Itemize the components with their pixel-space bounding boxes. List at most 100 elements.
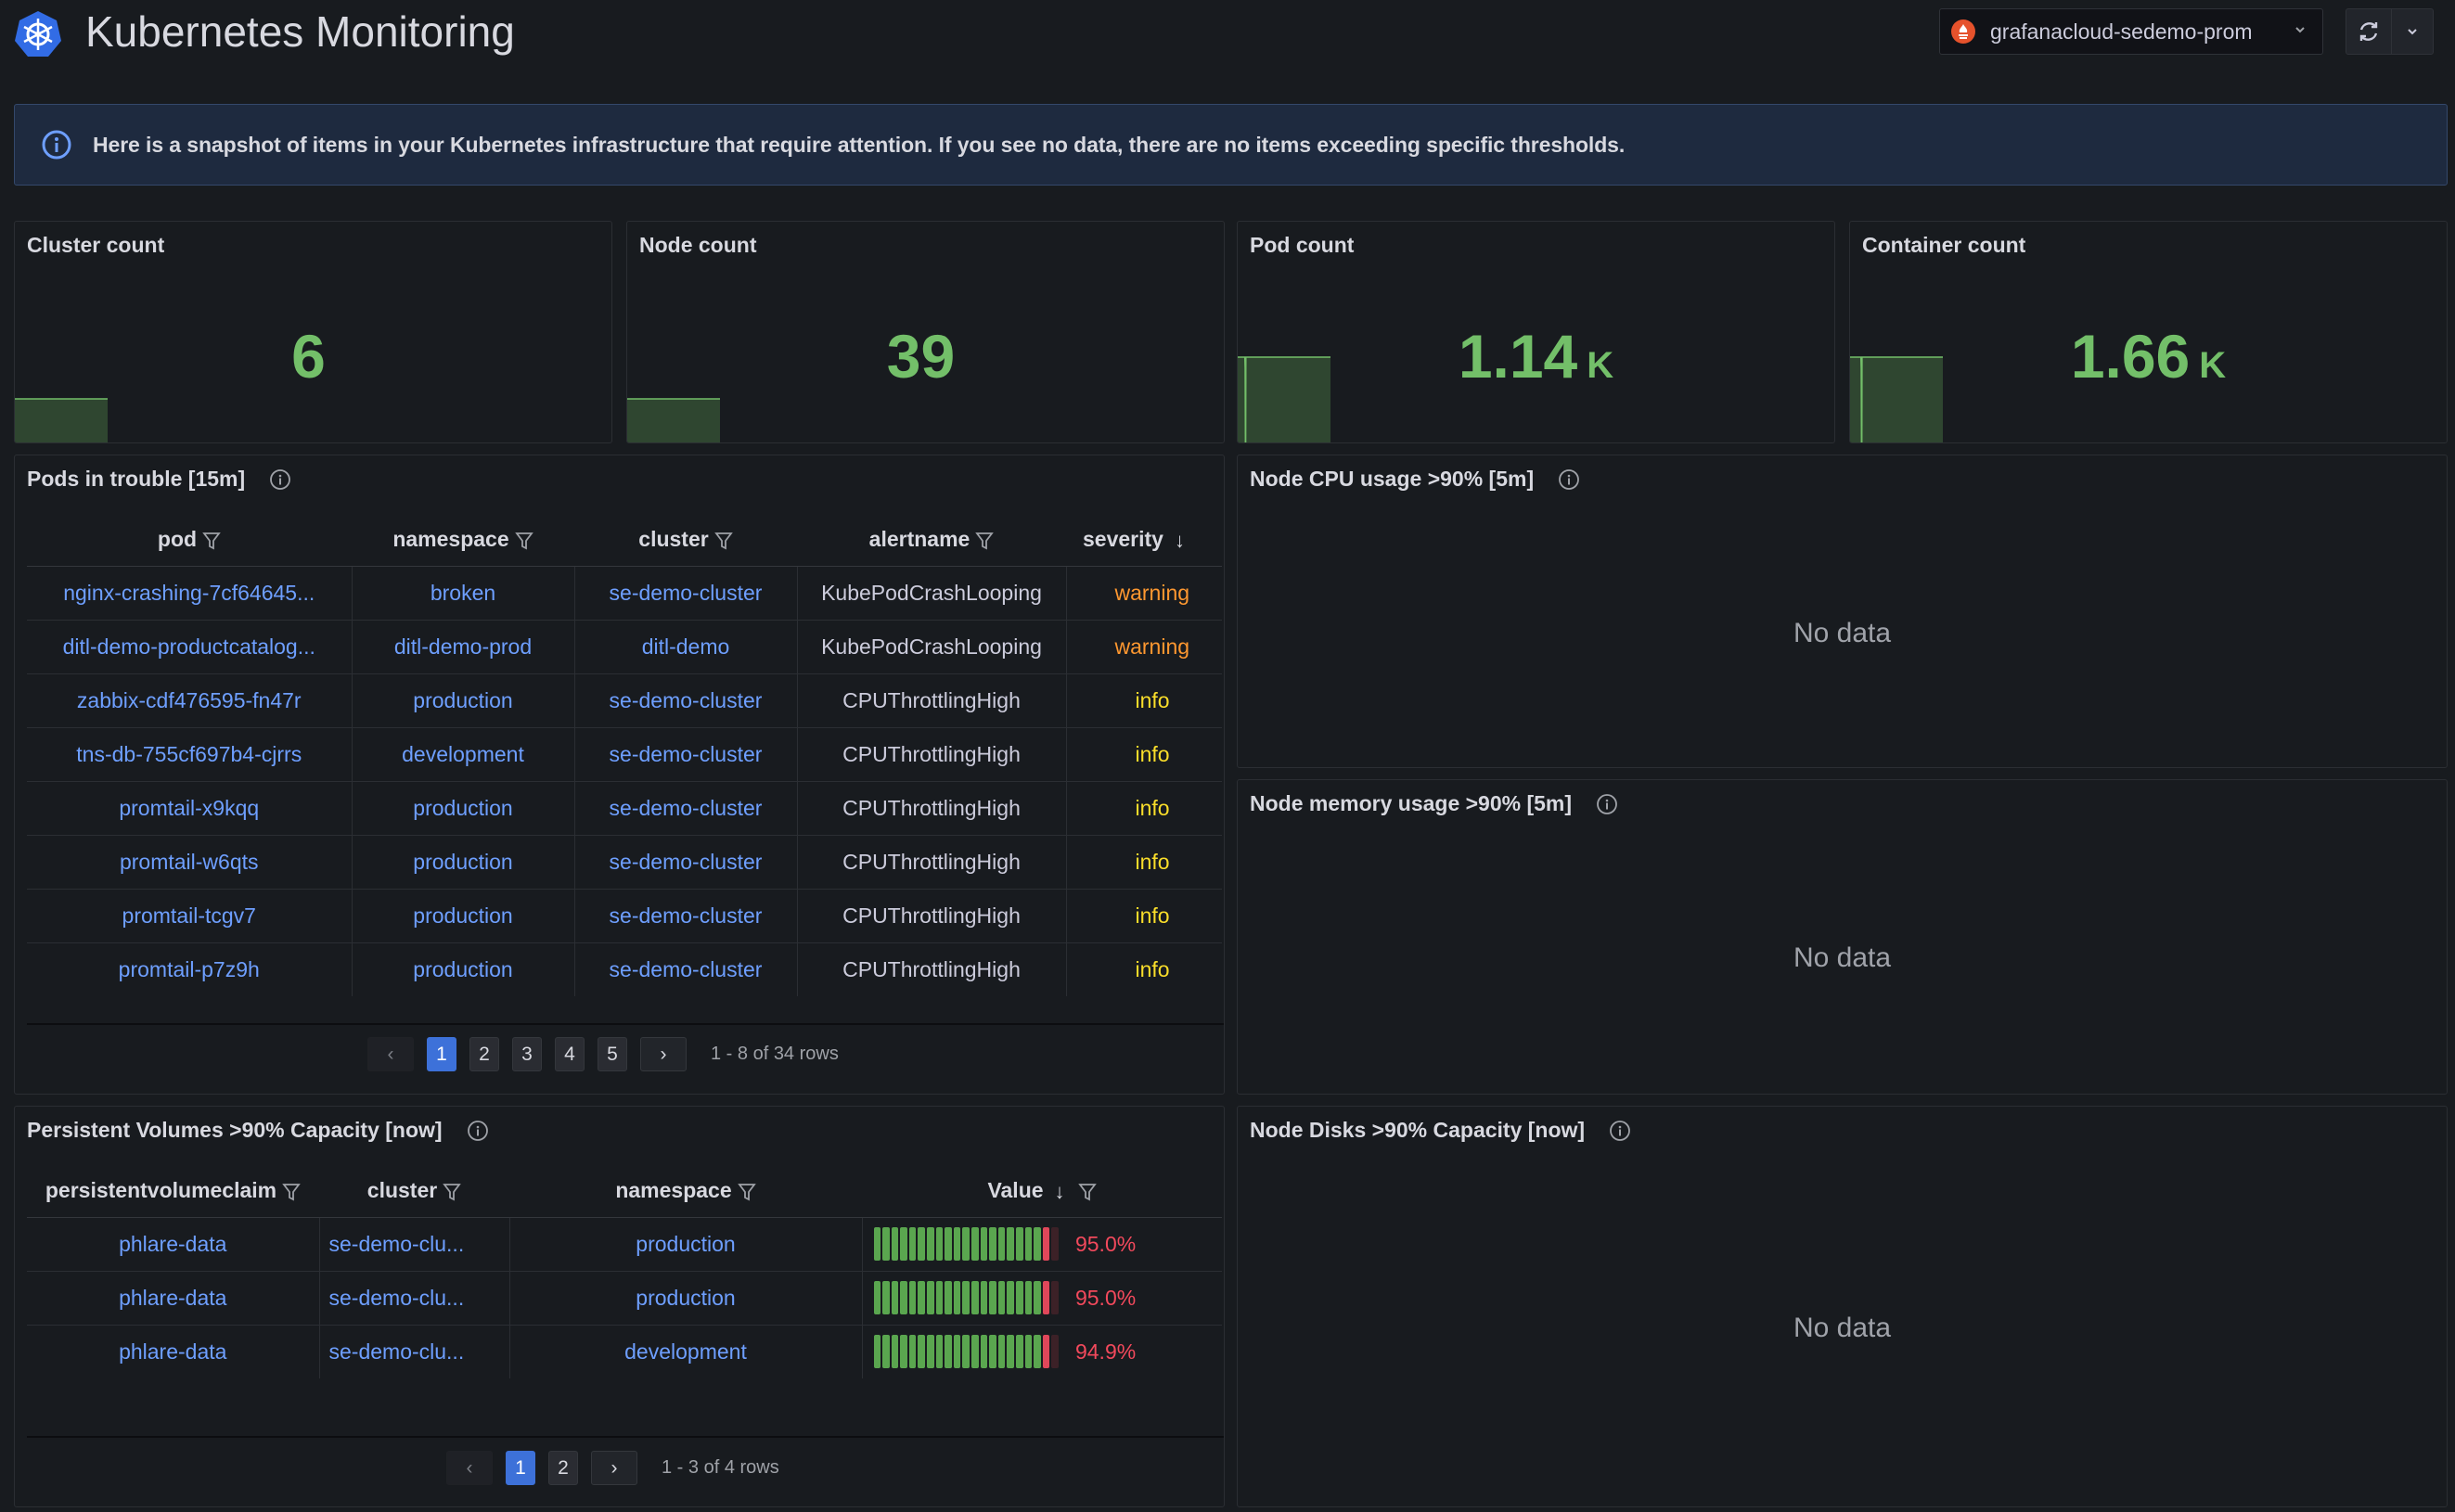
stat-panel-pod-count[interactable]: Pod count 1.14 K	[1237, 221, 1835, 443]
next-page-button[interactable]: ›	[591, 1451, 637, 1485]
refresh-button[interactable]	[2346, 8, 2392, 55]
page-button-1[interactable]: 1	[506, 1451, 535, 1485]
column-header-cluster[interactable]: cluster	[574, 514, 797, 567]
pod-link[interactable]: nginx-crashing-7cf64645...	[27, 566, 353, 621]
page-button-5[interactable]: 5	[598, 1037, 627, 1071]
gauge-segment	[873, 1281, 881, 1314]
previous-page-button[interactable]: ‹	[446, 1451, 493, 1485]
pvc-link[interactable]: phlare-data	[27, 1325, 320, 1378]
cluster-link[interactable]: se-demo-cluster	[574, 942, 798, 996]
namespace-link[interactable]: production	[352, 942, 575, 996]
info-icon[interactable]	[1609, 1120, 1631, 1142]
previous-page-button[interactable]: ‹	[367, 1037, 414, 1071]
cluster-link[interactable]: se-demo-cluster	[574, 673, 798, 728]
gauge-segment	[935, 1335, 944, 1369]
info-icon[interactable]	[1596, 793, 1618, 815]
gauge-segment	[918, 1335, 926, 1369]
filter-icon[interactable]	[443, 1182, 462, 1202]
page-button-1[interactable]: 1	[427, 1037, 456, 1071]
page-button-4[interactable]: 4	[555, 1037, 585, 1071]
severity-cell: info	[1066, 781, 1222, 836]
column-header-cluster[interactable]: cluster	[319, 1165, 509, 1218]
pod-link[interactable]: zabbix-cdf476595-fn47r	[27, 673, 353, 728]
panel-title: Node count	[639, 233, 757, 257]
alertname-cell: CPUThrottlingHigh	[797, 942, 1067, 996]
filter-icon[interactable]	[1077, 1182, 1097, 1202]
namespace-link[interactable]: production	[509, 1217, 863, 1272]
bar-gauge	[873, 1335, 1059, 1369]
namespace-link[interactable]: production	[352, 673, 575, 728]
panel-title: Node Disks >90% Capacity [now]	[1250, 1118, 1586, 1142]
pvc-link[interactable]: phlare-data	[27, 1271, 320, 1326]
table-header-row: persistentvolumeclaim cluster namespace …	[27, 1165, 1222, 1218]
pod-link[interactable]: promtail-tcgv7	[27, 889, 353, 943]
column-header-value[interactable]: Value ↓	[862, 1165, 1222, 1218]
gauge-segment	[900, 1227, 907, 1261]
page-button-2[interactable]: 2	[548, 1451, 578, 1485]
bar-gauge	[873, 1227, 1059, 1261]
cluster-link[interactable]: se-demo-cluster	[574, 566, 798, 621]
namespace-link[interactable]: production	[352, 889, 575, 943]
info-icon[interactable]	[1558, 468, 1580, 491]
filter-icon[interactable]	[975, 531, 995, 551]
alertname-cell: KubePodCrashLooping	[797, 566, 1067, 621]
stat-panel-container-count[interactable]: Container count 1.66 K	[1849, 221, 2448, 443]
filter-icon[interactable]	[514, 531, 533, 551]
stat-panel-node-count[interactable]: Node count 39	[626, 221, 1225, 443]
pod-link[interactable]: promtail-x9kqq	[27, 781, 353, 836]
info-icon[interactable]	[269, 468, 291, 491]
stat-panel-cluster-count[interactable]: Cluster count 6	[14, 221, 612, 443]
filter-icon[interactable]	[202, 531, 221, 551]
severity-cell: info	[1066, 727, 1222, 782]
next-page-button[interactable]: ›	[640, 1037, 687, 1071]
gauge-segment	[927, 1227, 934, 1261]
namespace-link[interactable]: production	[509, 1271, 863, 1326]
datasource-picker[interactable]: grafanacloud-sedemo-prom	[1939, 8, 2323, 55]
filter-icon[interactable]	[282, 1182, 301, 1202]
pod-link[interactable]: promtail-p7z9h	[27, 942, 353, 996]
info-icon[interactable]	[467, 1120, 489, 1142]
column-label: persistentvolumeclaim	[45, 1178, 277, 1203]
panel-title: Pods in trouble [15m]	[27, 467, 246, 491]
gauge-segment	[935, 1227, 944, 1261]
cluster-link[interactable]: se-demo-cluster	[574, 727, 798, 782]
refresh-interval-dropdown[interactable]	[2391, 8, 2434, 55]
column-header-namespace[interactable]: namespace	[352, 514, 574, 567]
pvc-link[interactable]: phlare-data	[27, 1217, 320, 1272]
namespace-link[interactable]: production	[352, 781, 575, 836]
pod-link[interactable]: ditl-demo-productcatalog...	[27, 620, 353, 674]
panel-title: Pod count	[1250, 233, 1355, 257]
namespace-link[interactable]: ditl-demo-prod	[352, 620, 575, 674]
pod-link[interactable]: tns-db-755cf697b4-cjrrs	[27, 727, 353, 782]
sort-descending-icon: ↓	[1174, 528, 1185, 552]
filter-icon[interactable]	[737, 1182, 756, 1202]
cluster-link[interactable]: se-demo-cluster	[574, 889, 798, 943]
cluster-link[interactable]: ditl-demo	[574, 620, 798, 674]
column-header-namespace[interactable]: namespace	[509, 1165, 862, 1218]
namespace-link[interactable]: development	[352, 727, 575, 782]
value-cell: 94.9%	[862, 1325, 1222, 1378]
column-header-severity[interactable]: severity ↓	[1066, 514, 1222, 567]
page-button-2[interactable]: 2	[469, 1037, 499, 1071]
column-header-pvc[interactable]: persistentvolumeclaim	[27, 1165, 319, 1218]
namespace-link[interactable]: production	[352, 835, 575, 890]
namespace-link[interactable]: broken	[352, 566, 575, 621]
pod-link[interactable]: promtail-w6qts	[27, 835, 353, 890]
cluster-link[interactable]: se-demo-cluster	[574, 781, 798, 836]
no-data-message: No data	[1793, 618, 1892, 648]
panel-header: Node CPU usage >90% [5m]	[1250, 467, 1580, 492]
cluster-link[interactable]: se-demo-cluster	[574, 835, 798, 890]
cluster-link[interactable]: se-demo-clu...	[319, 1271, 510, 1326]
namespace-link[interactable]: development	[509, 1325, 863, 1378]
filter-icon[interactable]	[713, 531, 733, 551]
gauge-segment	[980, 1227, 988, 1261]
column-header-alertname[interactable]: alertname	[797, 514, 1066, 567]
cluster-link[interactable]: se-demo-clu...	[319, 1217, 510, 1272]
gauge-segment	[908, 1281, 917, 1314]
cluster-link[interactable]: se-demo-clu...	[319, 1325, 510, 1378]
gauge-segment	[1024, 1227, 1033, 1261]
gauge-segment	[1051, 1281, 1059, 1314]
panel-title: Container count	[1862, 233, 2026, 257]
page-button-3[interactable]: 3	[512, 1037, 542, 1071]
column-header-pod[interactable]: pod	[27, 514, 352, 567]
